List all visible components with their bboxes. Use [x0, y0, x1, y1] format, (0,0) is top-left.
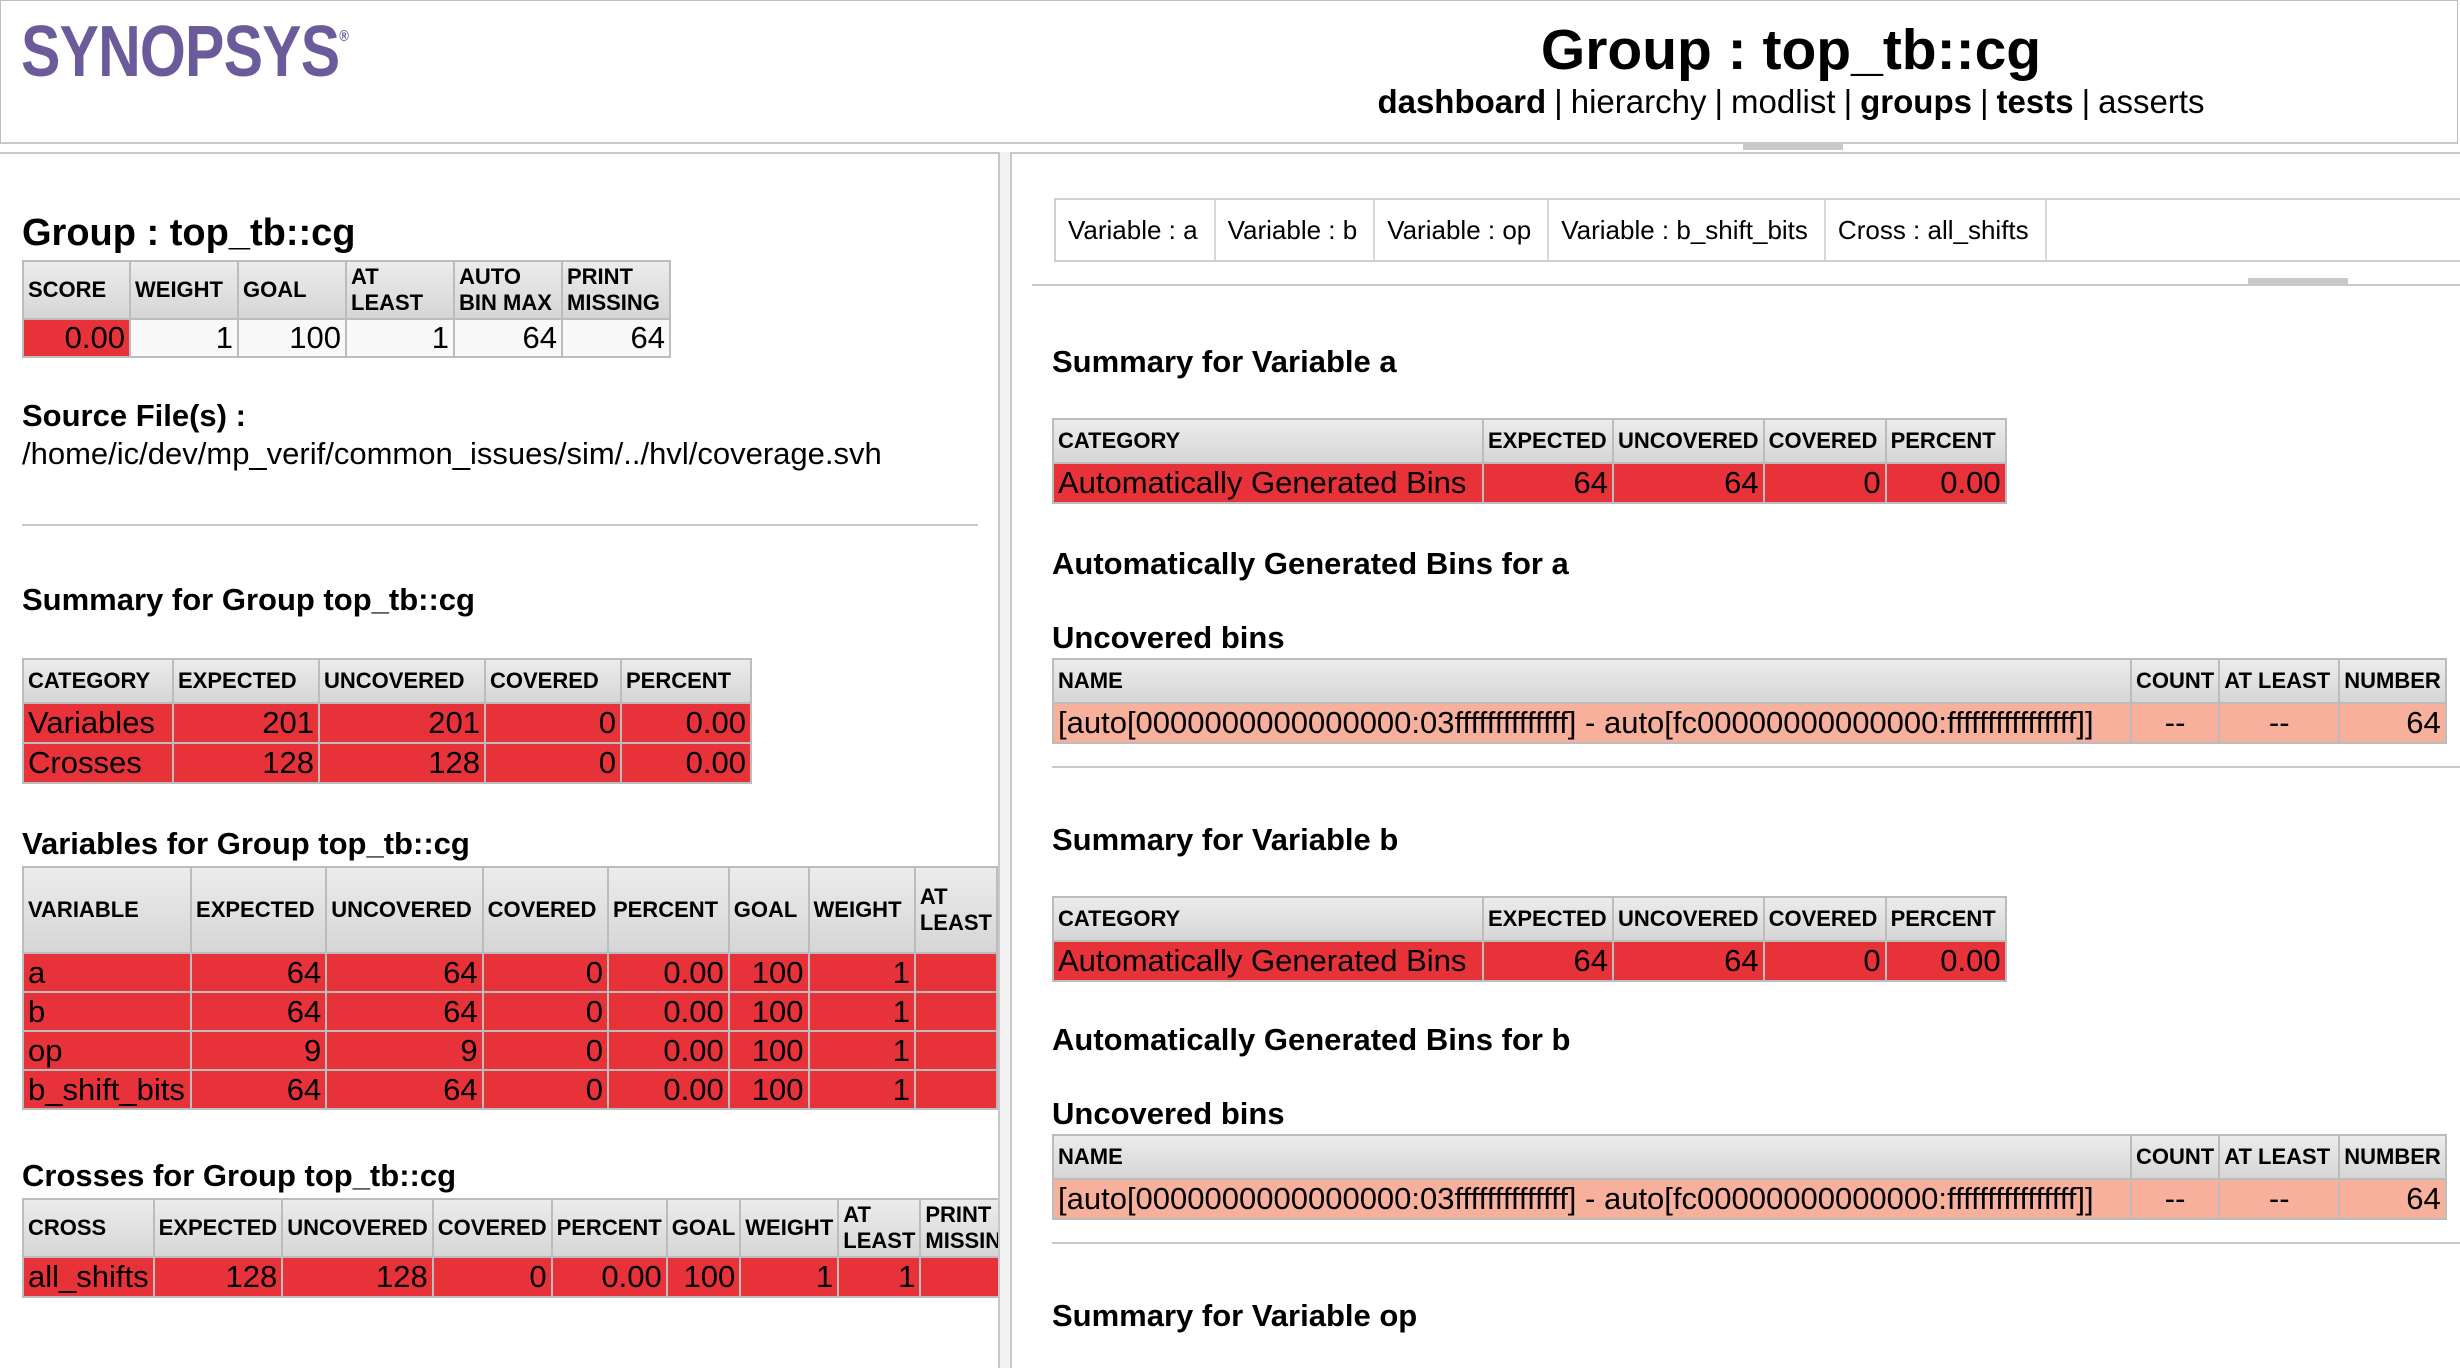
summary-variable-b-table: CATEGORY EXPECTED UNCOVERED COVERED PERC…	[1052, 896, 2007, 982]
variables-group-title: Variables for Group top_tb::cg	[22, 826, 470, 861]
header-resize-handle[interactable]	[1743, 142, 1843, 150]
score-table: SCORE WEIGHT GOAL AT LEAST AUTO BIN MAX …	[22, 260, 671, 358]
source-file-path: /home/ic/dev/mp_verif/common_issues/sim/…	[22, 436, 882, 471]
table-row: Crosses 128 128 0 0.00	[22, 742, 752, 784]
breadcrumb-variable-b-shift-bits[interactable]: Variable : b_shift_bits	[1549, 200, 1826, 260]
uncovered-bins-b-table: NAME COUNT AT LEAST NUMBER [auto[0000000…	[1052, 1134, 2447, 1220]
uncovered-bins-a-table: NAME COUNT AT LEAST NUMBER [auto[0000000…	[1052, 658, 2447, 744]
group-title: Group : top_tb::cg	[22, 212, 356, 254]
table-row: Automatically Generated Bins 64 64 0 0.0…	[1052, 940, 2007, 982]
breadcrumb: Variable : a Variable : b Variable : op …	[1054, 198, 2460, 262]
synopsys-logo: SYNOPSYS®	[21, 12, 349, 92]
top-nav: dashboard | hierarchy | modlist | groups | tests…	[1377, 83, 2205, 120]
breadcrumb-divider	[1032, 284, 2460, 286]
table-row: a 64 64 0 0.00 100 1	[21, 952, 998, 993]
section-divider	[1052, 766, 2460, 768]
summary-variable-a-table: CATEGORY EXPECTED UNCOVERED COVERED PERC…	[1052, 418, 2007, 504]
summary-variable-b-title: Summary for Variable b	[1052, 822, 1399, 857]
table-row: op 9 9 0 0.00 100 1	[21, 1030, 998, 1071]
table-row: Automatically Generated Bins 64 64 0 0.0…	[1052, 462, 2007, 504]
variables-table: VARIABLE EXPECTED UNCOVERED COVERED PERC…	[21, 866, 998, 1110]
uncovered-bins-a-title: Uncovered bins	[1052, 620, 1285, 655]
nav-asserts-link[interactable]: asserts	[2098, 83, 2204, 120]
nav-tests-link[interactable]: tests	[1997, 83, 2074, 120]
nav-modlist-link[interactable]: modlist	[1731, 83, 1836, 120]
auto-bins-b-title: Automatically Generated Bins for b	[1052, 1022, 1571, 1057]
table-row: [auto[0000000000000000:03ffffffffffffff]…	[1052, 1178, 2447, 1220]
page-header: SYNOPSYS® Group : top_tb::cg dashboard | h…	[0, 0, 2458, 144]
pane-splitter[interactable]	[1000, 152, 1010, 1368]
right-pane[interactable]: Variable : a Variable : b Variable : op …	[1010, 152, 2460, 1368]
breadcrumb-variable-b[interactable]: Variable : b	[1216, 200, 1376, 260]
breadcrumb-cross-all-shifts[interactable]: Cross : all_shifts	[1826, 200, 2047, 260]
divider-line	[22, 524, 978, 526]
section-divider	[1052, 1242, 2460, 1244]
nav-groups-link[interactable]: groups	[1860, 83, 1972, 120]
uncovered-bins-b-title: Uncovered bins	[1052, 1096, 1285, 1131]
page-title: Group : top_tb::cg	[1540, 18, 2042, 82]
crosses-group-title: Crosses for Group top_tb::cg	[22, 1158, 457, 1193]
summary-group-table: CATEGORY EXPECTED UNCOVERED COVERED PERC…	[22, 658, 752, 784]
table-row: all_shifts 128 128 0 0.00 100 1 1 0	[22, 1256, 998, 1298]
summary-group-title: Summary for Group top_tb::cg	[22, 582, 475, 617]
table-row: Variables 201 201 0 0.00	[22, 702, 752, 744]
table-row: b 64 64 0 0.00 100 1	[21, 991, 998, 1032]
breadcrumb-resize-handle[interactable]	[2248, 278, 2348, 286]
nav-dashboard-link[interactable]: dashboard	[1377, 83, 1546, 120]
crosses-table: CROSS EXPECTED UNCOVERED COVERED PERCENT…	[22, 1198, 998, 1298]
score-value: 0.00	[22, 318, 131, 358]
auto-bins-a-title: Automatically Generated Bins for a	[1052, 546, 1569, 581]
summary-variable-op-title: Summary for Variable op	[1052, 1298, 1418, 1333]
source-files-label: Source File(s) :	[22, 398, 246, 433]
table-row: [auto[0000000000000000:03ffffffffffffff]…	[1052, 702, 2447, 744]
breadcrumb-variable-a[interactable]: Variable : a	[1056, 200, 1216, 260]
breadcrumb-variable-op[interactable]: Variable : op	[1375, 200, 1550, 260]
summary-variable-a-title: Summary for Variable a	[1052, 344, 1397, 379]
left-pane[interactable]: Group : top_tb::cg SCORE WEIGHT GOAL AT …	[0, 152, 1000, 1368]
nav-hierarchy-link[interactable]: hierarchy	[1571, 83, 1707, 120]
table-row: b_shift_bits 64 64 0 0.00 100 1	[21, 1069, 998, 1110]
